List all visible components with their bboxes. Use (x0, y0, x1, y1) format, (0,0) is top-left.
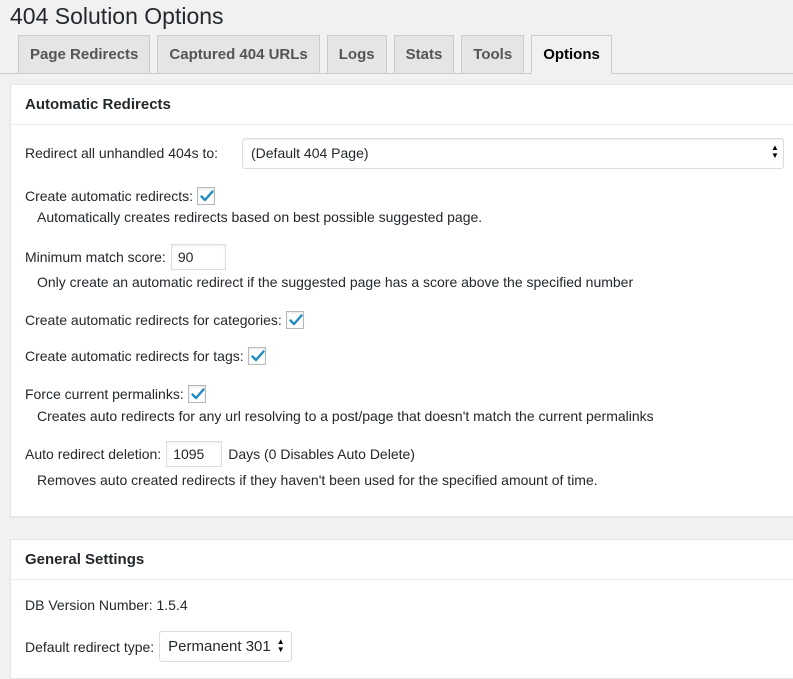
deletion-suffix: Days (0 Disables Auto Delete) (228, 446, 415, 462)
select-arrows-icon: ▲ ▼ (276, 637, 285, 654)
select-arrows-icon: ▲ ▼ (771, 143, 779, 160)
deletion-label: Auto redirect deletion: (25, 446, 162, 462)
redirect-type-value: Permanent 301 (168, 638, 271, 655)
tab-page-redirects[interactable]: Page Redirects (18, 35, 151, 73)
checkmark-icon (289, 314, 303, 326)
create-auto-checkbox[interactable] (197, 187, 216, 205)
permalinks-checkbox[interactable] (187, 385, 206, 403)
page-title: 404 Solution Options (10, 3, 224, 29)
redirect-unhandled-select[interactable]: (Default 404 Page) ▲ ▼ (242, 138, 784, 169)
tags-label: Create automatic redirects for tags: (25, 348, 244, 364)
redirect-type-label: Default redirect type: (25, 638, 155, 655)
tab-tools[interactable]: Tools (461, 35, 525, 73)
redirect-unhandled-row: Redirect all unhandled 404s to: (25, 145, 218, 161)
redirect-type-select[interactable]: Permanent 301 ▲ ▼ (159, 631, 292, 662)
min-score-row: Minimum match score: 90 (25, 244, 226, 270)
deletion-input[interactable]: 1095 (166, 441, 223, 467)
permalinks-description: Creates auto redirects for any url resol… (37, 408, 654, 424)
general-settings-heading: General Settings (11, 540, 793, 580)
db-version-row: DB Version Number: 1.5.4 (25, 597, 188, 613)
min-score-label: Minimum match score: (25, 249, 166, 265)
permalinks-row: Force current permalinks: (25, 385, 206, 403)
create-auto-label: Create automatic redirects: (25, 188, 194, 204)
checkmark-icon (191, 388, 205, 400)
categories-checkbox[interactable] (285, 311, 304, 329)
permalinks-label: Force current permalinks: (25, 386, 184, 402)
general-settings-panel: General Settings DB Version Number: 1.5.… (10, 539, 793, 679)
nav-tabs: Page Redirects Captured 404 URLs Logs St… (18, 35, 619, 74)
tags-row: Create automatic redirects for tags: (25, 347, 266, 365)
checkmark-icon (200, 190, 214, 202)
checkmark-icon (250, 350, 265, 362)
tab-options[interactable]: Options (531, 35, 612, 74)
redirect-unhandled-value: (Default 404 Page) (251, 145, 369, 161)
categories-label: Create automatic redirects for categorie… (25, 312, 282, 328)
automatic-redirects-panel: Automatic Redirects Redirect all unhandl… (10, 84, 793, 517)
redirect-unhandled-label: Redirect all unhandled 404s to: (25, 145, 219, 161)
tags-checkbox[interactable] (247, 347, 266, 365)
min-score-input[interactable]: 90 (170, 244, 226, 270)
min-score-description: Only create an automatic redirect if the… (37, 274, 634, 290)
deletion-row: Auto redirect deletion: 1095 Days (0 Dis… (25, 441, 415, 467)
tab-logs[interactable]: Logs (326, 35, 387, 73)
redirect-type-row: Default redirect type: Permanent 301 ▲ ▼ (25, 631, 292, 662)
tab-stats[interactable]: Stats (393, 35, 455, 73)
deletion-description: Removes auto created redirects if they h… (37, 472, 598, 488)
create-auto-row: Create automatic redirects: (25, 187, 216, 205)
tab-captured-404-urls[interactable]: Captured 404 URLs (157, 35, 320, 73)
create-auto-description: Automatically creates redirects based on… (37, 209, 483, 225)
automatic-redirects-heading: Automatic Redirects (11, 85, 793, 125)
db-version-text: DB Version Number: 1.5.4 (25, 597, 188, 613)
categories-row: Create automatic redirects for categorie… (25, 311, 304, 329)
